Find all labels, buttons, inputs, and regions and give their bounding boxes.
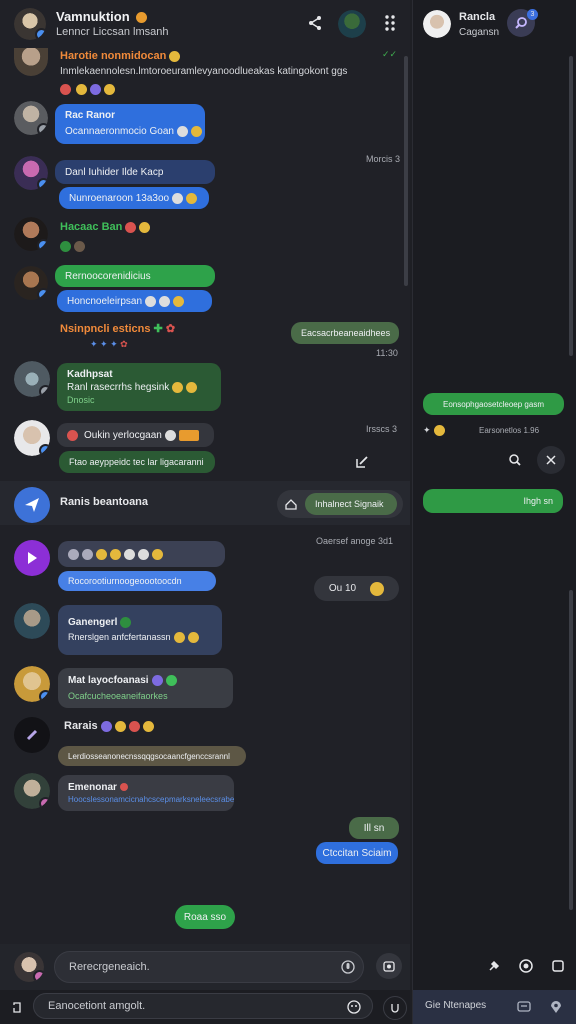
bottom-input-bar: Eanocetiont amgolt. (0, 990, 410, 1024)
message-bubble[interactable]: Honcnoeleirpsan (57, 290, 212, 312)
main-chat-panel: Vamnuktion Lenncr Liccsan lmsanh Harotie… (0, 0, 410, 1024)
attach-icon[interactable] (8, 998, 26, 1016)
pinned-banner: Ranis beantoana Inhalnect Signaik (0, 481, 410, 525)
sender-name: Harotie nonmidocan (60, 50, 181, 62)
channel-avatar[interactable] (14, 8, 46, 40)
message-bubble[interactable]: Oukin yerlocgaan (57, 423, 214, 447)
sender-avatar[interactable] (14, 48, 48, 76)
channel-subtitle: Lenncr Liccsan lmsanh (56, 26, 169, 38)
contact-status: Cagansn (459, 27, 500, 38)
composer-bar: Rerecrgeneaich. (0, 944, 410, 990)
timestamp: Earsonetlos 1.96 (479, 426, 540, 435)
more-vertical-icon[interactable] (380, 12, 400, 34)
side-bottom-bar: Gie Ntenapes (413, 990, 576, 1024)
sender-avatar[interactable] (14, 603, 50, 639)
sender-avatar[interactable] (14, 420, 50, 456)
outgoing-bubble[interactable]: Ctccitan Sciaim (316, 842, 398, 864)
message-bubble[interactable]: Lerdiosseanonecnssqqgsocaancfgenccsrannl (58, 746, 246, 766)
search-icon[interactable] (505, 450, 525, 470)
emoji-icon[interactable] (346, 999, 362, 1015)
banner-action-group: Inhalnect Signaik (277, 490, 403, 518)
sender-name: Rarais (64, 720, 154, 732)
shuffle-icon[interactable] (537, 446, 565, 474)
message-icon[interactable] (515, 998, 533, 1016)
home-icon[interactable] (283, 496, 299, 512)
sender-avatar[interactable] (14, 717, 50, 753)
side-panel: Rancla Cagansn 3 Eonsophgaosetcleoep gas… (412, 0, 576, 1024)
signal-button[interactable]: Inhalnect Signaik (305, 493, 397, 515)
message-input[interactable]: Eanocetiont amgolt. (33, 993, 373, 1019)
sender-avatar[interactable] (14, 266, 48, 300)
send-icon[interactable] (14, 487, 50, 523)
timestamp: Morcis 3 (366, 154, 401, 164)
timestamp: 11:30 (376, 348, 398, 358)
sender-name: Hacaac Ban (60, 221, 151, 233)
user-avatar[interactable] (338, 10, 366, 38)
message-bubble[interactable]: Kadhpsat Ranl rasecrrhs hegsink Dnosic (57, 363, 221, 411)
message-bubble[interactable]: Rac Ranor Ocannaeronmocio Goan (55, 104, 205, 144)
message-status: ✓✓ (382, 49, 398, 59)
sender-avatar[interactable] (14, 217, 48, 251)
message-search-input[interactable]: Rerecrgeneaich. (54, 951, 364, 983)
message-bubble[interactable]: Emenonar Hoocslessonamcicnahcscepmarksne… (58, 775, 234, 811)
chat-header: Vamnuktion Lenncr Liccsan lmsanh (0, 0, 410, 48)
side-scrollbar-bottom[interactable] (569, 590, 573, 910)
message-bubble[interactable]: Nunroenaroon 13a3oo (59, 187, 209, 209)
sender-avatar[interactable] (14, 156, 48, 190)
window-icon[interactable] (549, 957, 567, 975)
self-avatar[interactable] (14, 952, 44, 982)
pin-icon[interactable] (485, 957, 503, 975)
banner-title: Ranis beantoana (60, 496, 149, 508)
timestamp: Oaersef anoge 3d1 (316, 536, 394, 546)
reaction-row[interactable] (60, 238, 85, 256)
camera-icon[interactable] (376, 953, 402, 979)
play-icon[interactable] (14, 540, 50, 576)
chat-scrollbar[interactable] (404, 56, 408, 286)
message-bubble[interactable]: Rocorootiurnoogeoootoocdn (58, 571, 216, 591)
sender-avatar[interactable] (14, 101, 48, 135)
side-bottom-label: Gie Ntenapes (425, 1000, 487, 1011)
new-messages-pill[interactable]: Roaa sso (175, 905, 235, 929)
reaction-bubble[interactable] (58, 541, 225, 567)
message-bubble[interactable]: Ganengerl Rnerslgen anfcfertanassn (58, 605, 222, 655)
outgoing-bubble[interactable]: Ill sn (349, 817, 399, 839)
mic-icon[interactable] (340, 959, 356, 975)
reaction-row[interactable] (60, 81, 115, 99)
contact-avatar[interactable] (423, 10, 451, 38)
contact-name: Rancla (459, 11, 496, 23)
reaction-row[interactable]: ✦ (423, 425, 445, 437)
reaction-counter[interactable]: Ou 10 (314, 576, 399, 601)
edit-icon[interactable] (352, 452, 372, 472)
message-bubble[interactable]: Rernoocorenidicius (55, 265, 215, 287)
message-bubble[interactable]: Ftao aeyppeidc tec lar ligacaranni (59, 451, 215, 473)
sender-name: Nsinpncli esticns ✚ ✿ (60, 323, 176, 335)
share-icon[interactable] (306, 14, 324, 32)
sender-avatar[interactable] (14, 666, 50, 702)
notification-badge: 3 (527, 9, 538, 20)
sender-avatar[interactable] (14, 361, 50, 397)
channel-title: Vamnuktion (56, 9, 148, 24)
side-scrollbar-top[interactable] (569, 56, 573, 356)
voice-icon[interactable] (383, 996, 407, 1020)
message-text: Inmlekaennolesn.lmtoroeuramlevyanoodluea… (60, 66, 348, 77)
timestamp: Irsscs 3 (366, 424, 398, 434)
outgoing-bubble[interactable]: Eonsophgaosetcleoep gasm (423, 393, 564, 415)
outgoing-bubble[interactable]: Ihgh sn (423, 489, 563, 513)
sender-avatar[interactable] (14, 773, 50, 809)
outgoing-bubble[interactable]: Eacsacrbeaneaidhees (291, 322, 399, 344)
reaction-row[interactable]: ✦ ✦ ✦ ✿ (90, 339, 128, 350)
message-bubble[interactable]: Danl Iuhider Ilde Kacp (55, 160, 215, 184)
message-bubble[interactable]: Mat layocfoanasi Ocafcucheoeaneifaorkes (58, 668, 233, 708)
record-icon[interactable] (517, 957, 535, 975)
location-icon[interactable] (547, 998, 565, 1016)
